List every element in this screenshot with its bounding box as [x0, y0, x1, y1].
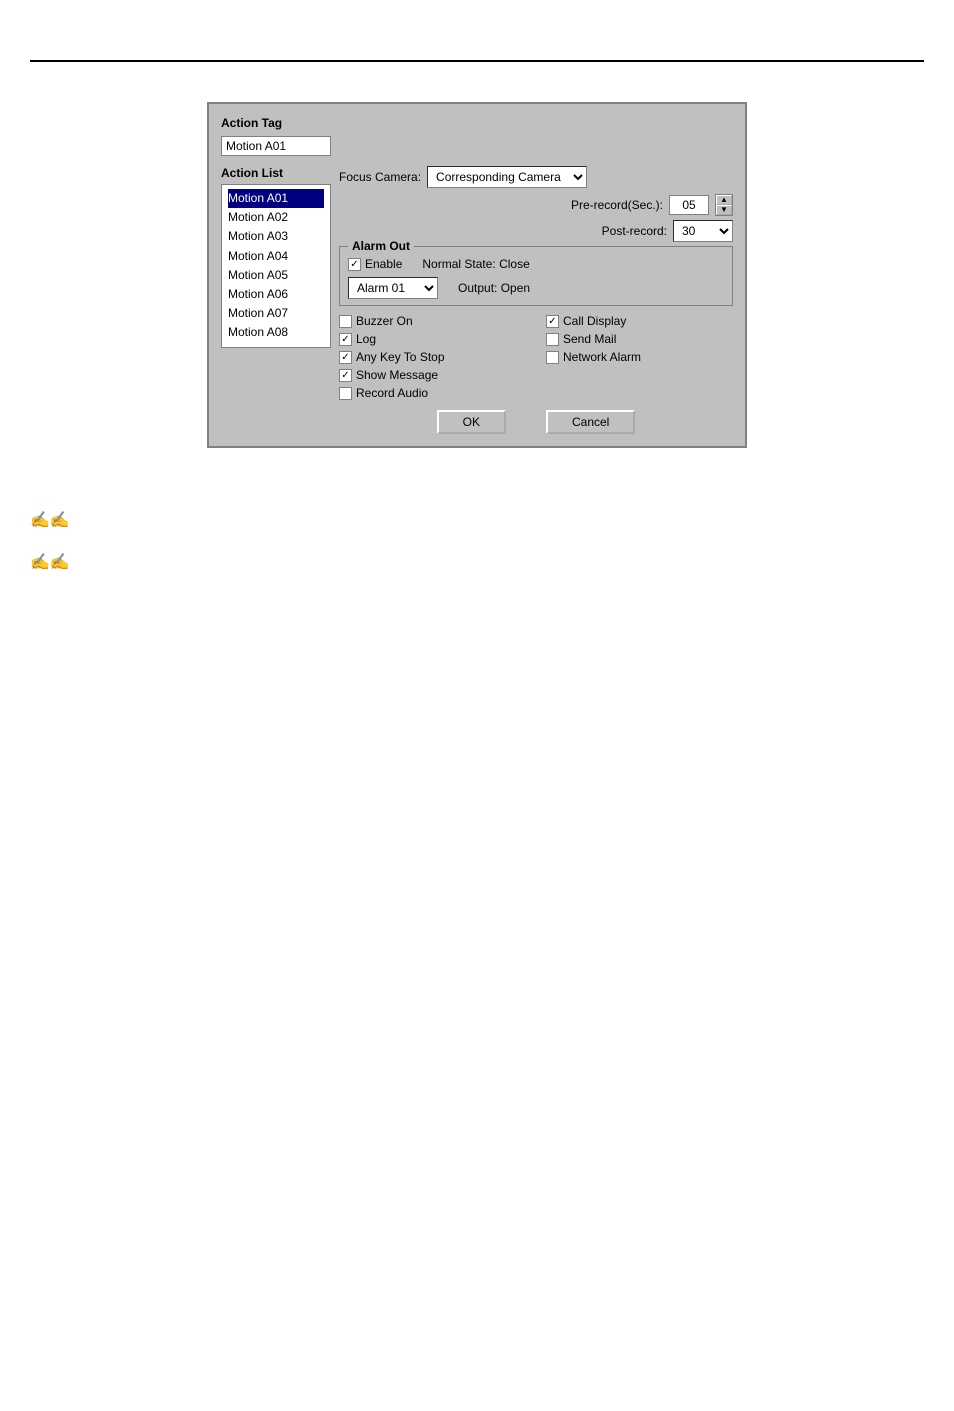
- log-option: Log: [339, 332, 526, 346]
- action-tag-dialog: Action Tag Action List Motion A01 Motion…: [207, 102, 747, 448]
- note-item-2: ✍✍: [30, 550, 924, 572]
- focus-camera-label: Focus Camera:: [339, 170, 421, 184]
- enable-label: Enable: [365, 257, 402, 271]
- call-display-label: Call Display: [563, 314, 626, 328]
- note-item-1: ✍✍: [30, 508, 924, 530]
- network-alarm-label: Network Alarm: [563, 350, 641, 364]
- pre-record-label: Pre-record(Sec.):: [571, 198, 663, 212]
- log-label: Log: [356, 332, 376, 346]
- show-message-option: Show Message: [339, 368, 526, 382]
- buzzer-on-checkbox[interactable]: [339, 315, 352, 328]
- send-mail-label: Send Mail: [563, 332, 616, 346]
- post-record-label: Post-record:: [602, 224, 667, 238]
- buzzer-on-label: Buzzer On: [356, 314, 413, 328]
- cancel-button[interactable]: Cancel: [546, 410, 635, 434]
- dialog-body: Action List Motion A01 Motion A02 Motion…: [221, 166, 733, 434]
- buzzer-on-option: Buzzer On: [339, 314, 526, 328]
- alarm-out-group: Alarm Out Enable Normal State: Close Ala…: [339, 246, 733, 306]
- post-record-select[interactable]: 30: [673, 220, 733, 242]
- enable-option: Enable: [348, 257, 402, 271]
- any-key-option: Any Key To Stop: [339, 350, 526, 364]
- top-divider: [30, 60, 924, 62]
- alarm-enable-row: Enable Normal State: Close: [348, 257, 724, 271]
- note-icon-1: ✍✍: [30, 510, 70, 530]
- show-message-checkbox[interactable]: [339, 369, 352, 382]
- list-item[interactable]: Motion A03: [228, 227, 324, 246]
- show-message-label: Show Message: [356, 368, 438, 382]
- list-item[interactable]: Motion A08: [228, 323, 324, 342]
- dialog-wrapper: Action Tag Action List Motion A01 Motion…: [0, 102, 954, 448]
- call-display-checkbox[interactable]: [546, 315, 559, 328]
- send-mail-checkbox[interactable]: [546, 333, 559, 346]
- list-item[interactable]: Motion A02: [228, 208, 324, 227]
- list-item[interactable]: Motion A07: [228, 304, 324, 323]
- action-list-label: Action List: [221, 166, 331, 180]
- bottom-content: ✍✍ ✍✍: [0, 508, 954, 572]
- record-audio-option: Record Audio: [339, 386, 526, 400]
- list-item[interactable]: Motion A05: [228, 266, 324, 285]
- action-list-panel: Action List Motion A01 Motion A02 Motion…: [221, 166, 331, 434]
- right-panel: Focus Camera: Corresponding Camera Pre-r…: [339, 166, 733, 434]
- list-item[interactable]: Motion A04: [228, 247, 324, 266]
- log-checkbox[interactable]: [339, 333, 352, 346]
- list-item[interactable]: Motion A06: [228, 285, 324, 304]
- list-item[interactable]: Motion A01: [228, 189, 324, 208]
- any-key-checkbox[interactable]: [339, 351, 352, 364]
- call-display-option: Call Display: [546, 314, 733, 328]
- pre-record-down-button[interactable]: ▼: [716, 205, 732, 215]
- record-audio-label: Record Audio: [356, 386, 428, 400]
- note-icon-2: ✍✍: [30, 552, 70, 572]
- buttons-row: OK Cancel: [339, 410, 733, 434]
- normal-state-label: Normal State: Close: [422, 257, 529, 271]
- focus-camera-select[interactable]: Corresponding Camera: [427, 166, 587, 188]
- empty-cell: [546, 368, 733, 382]
- action-tag-input[interactable]: [221, 136, 331, 156]
- pre-record-spinner: ▲ ▼: [715, 194, 733, 216]
- enable-checkbox[interactable]: [348, 258, 361, 271]
- alarm-select[interactable]: Alarm 01: [348, 277, 438, 299]
- any-key-label: Any Key To Stop: [356, 350, 445, 364]
- pre-record-row: Pre-record(Sec.): ▲ ▼: [339, 194, 733, 216]
- network-alarm-checkbox[interactable]: [546, 351, 559, 364]
- output-label: Output: Open: [458, 281, 530, 295]
- alarm-select-row: Alarm 01 Output: Open: [348, 277, 724, 299]
- alarm-out-legend: Alarm Out: [348, 239, 414, 253]
- action-list-box: Motion A01 Motion A02 Motion A03 Motion …: [221, 184, 331, 348]
- pre-record-up-button[interactable]: ▲: [716, 195, 732, 205]
- ok-button[interactable]: OK: [437, 410, 506, 434]
- network-alarm-option: Network Alarm: [546, 350, 733, 364]
- record-audio-checkbox[interactable]: [339, 387, 352, 400]
- options-grid: Buzzer On Call Display Log: [339, 314, 733, 400]
- action-tag-label: Action Tag: [221, 116, 733, 130]
- send-mail-option: Send Mail: [546, 332, 733, 346]
- focus-camera-row: Focus Camera: Corresponding Camera: [339, 166, 733, 188]
- pre-record-input[interactable]: [669, 195, 709, 215]
